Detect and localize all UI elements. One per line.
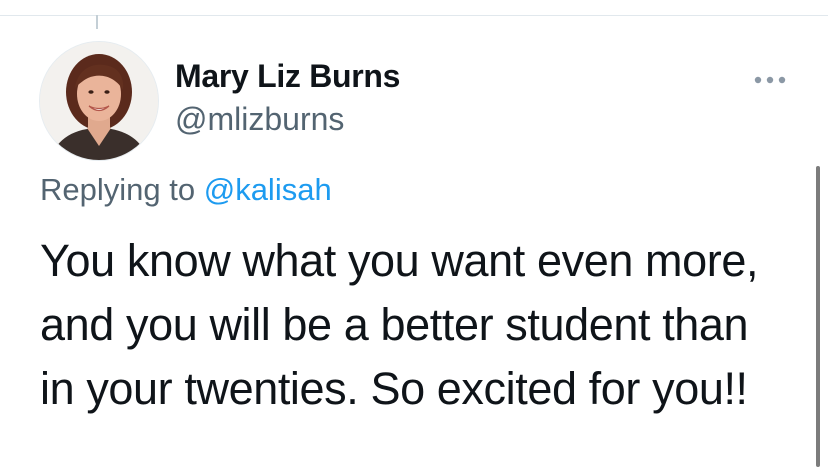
profile-photo-icon [40,42,158,160]
tweet-text-line: and you will be a better student than [40,299,749,350]
reply-mention-link[interactable]: @kalisah [204,172,332,207]
top-divider [0,15,828,16]
tweet-text-line: in your twenties. So excited for you!! [40,363,748,414]
thread-connector-line [96,15,98,29]
tweet-text: You know what you want even more, and yo… [40,229,810,421]
author-handle[interactable]: @mlizburns [175,101,344,138]
replying-to-label: Replying to [40,172,196,207]
author-display-name[interactable]: Mary Liz Burns [175,58,400,95]
replying-to-line: Replying to @kalisah [40,172,332,208]
more-options-icon [754,76,786,84]
more-options-button[interactable] [750,68,790,92]
avatar[interactable] [40,42,158,160]
scrollbar[interactable] [816,166,820,467]
tweet-text-line: You know what you want even more, [40,235,759,286]
tweet-card: Mary Liz Burns @mlizburns Replying to @k… [0,0,828,467]
